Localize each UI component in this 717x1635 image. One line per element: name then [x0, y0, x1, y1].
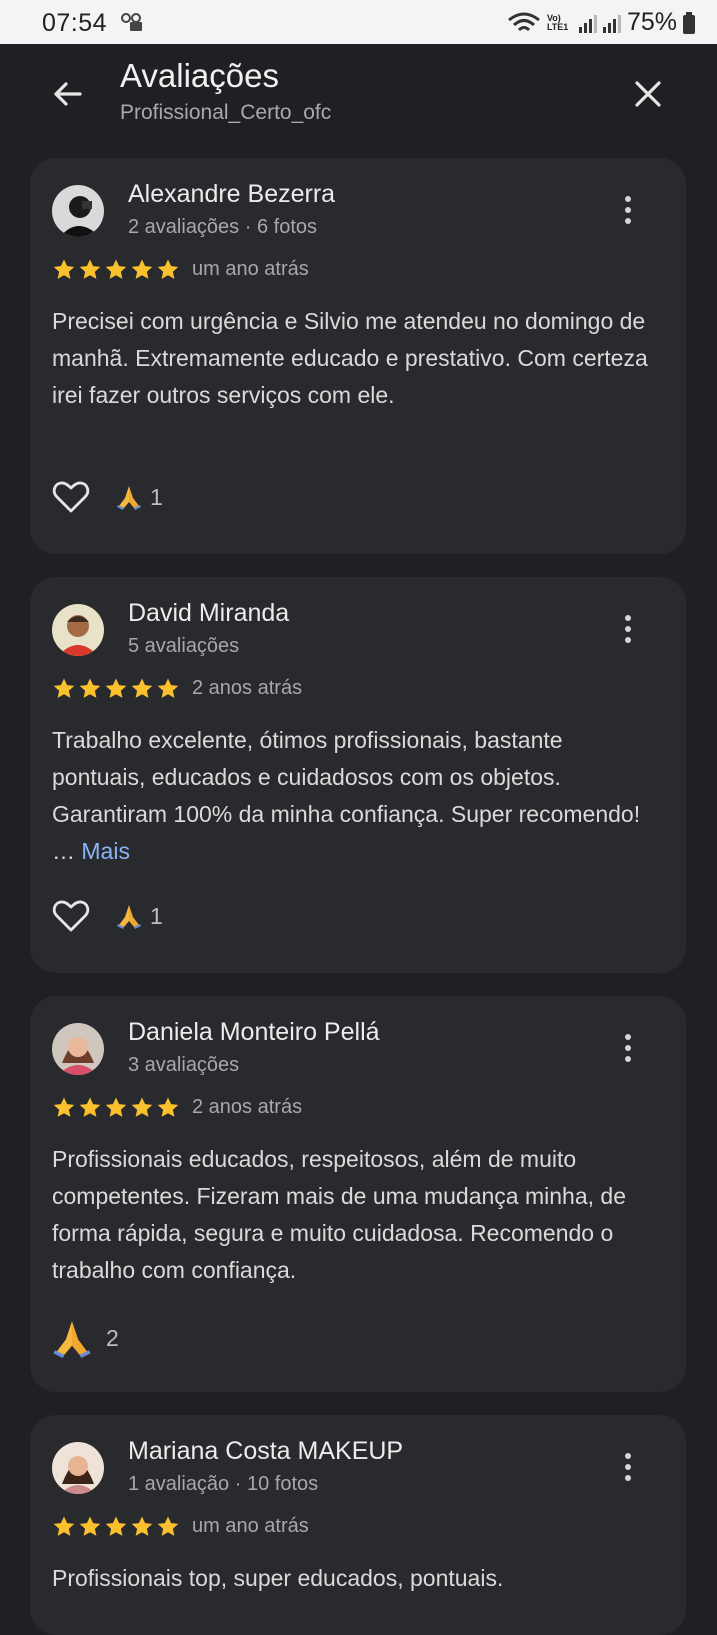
star-rating: [52, 258, 180, 282]
review-body: Precisei com urgência e Silvio me atende…: [52, 308, 648, 408]
review-date: um ano atrás: [192, 258, 309, 280]
star-icon: [79, 678, 101, 698]
signal-icon-1: [578, 13, 597, 33]
reactions-bar: 1: [52, 899, 163, 933]
review-card: Mariana Costa MAKEUP 1 avaliação · 10 fo…: [30, 1415, 686, 1635]
pray-reaction-button[interactable]: 1: [116, 903, 163, 930]
star-icon: [157, 1097, 179, 1117]
praying-hands-icon: [117, 486, 141, 510]
reviewer-meta: 2 avaliações · 6 fotos: [128, 216, 317, 238]
reviewer-name[interactable]: Daniela Monteiro Pellá: [128, 1018, 380, 1047]
star-icon: [131, 1097, 153, 1117]
review-text: Profissionais top, super educados, pontu…: [52, 1560, 652, 1597]
review-card: Alexandre Bezerra 2 avaliações · 6 fotos…: [30, 158, 686, 554]
pray-reaction-button[interactable]: 2: [52, 1318, 119, 1358]
star-icon: [53, 678, 75, 698]
reviewer-meta: 5 avaliações: [128, 635, 240, 657]
star-rating: [52, 1096, 180, 1120]
status-time: 07:54: [42, 9, 108, 37]
more-link[interactable]: Mais: [81, 838, 130, 864]
close-button[interactable]: [628, 74, 668, 114]
star-icon: [157, 259, 179, 279]
star-icon: [131, 678, 153, 698]
review-date: 2 anos atrás: [192, 677, 303, 699]
star-icon: [53, 1516, 75, 1536]
reviewer-meta: 3 avaliações: [128, 1054, 240, 1076]
star-icon: [79, 259, 101, 279]
more-options-button[interactable]: [616, 194, 640, 230]
star-icon: [53, 259, 75, 279]
praying-hands-icon: [53, 1321, 91, 1358]
review-text: Profissionais educados, respeitosos, alé…: [52, 1141, 652, 1289]
reviewer-name[interactable]: David Miranda: [128, 599, 289, 628]
close-icon: [635, 81, 661, 107]
battery-icon: [683, 11, 695, 34]
avatar[interactable]: [52, 604, 104, 656]
heart-outline-icon: [52, 481, 90, 513]
review-body: Profissionais educados, respeitosos, alé…: [52, 1146, 626, 1283]
avatar[interactable]: [52, 1023, 104, 1075]
app-header: Avaliações Profissional_Certo_ofc: [0, 44, 717, 144]
notification-icons: [120, 12, 160, 36]
review-card: Daniela Monteiro Pellá 3 avaliações 2 an…: [30, 996, 686, 1392]
more-options-button[interactable]: [616, 613, 640, 649]
signal-icon-2: [602, 13, 621, 33]
star-rating: [52, 677, 180, 701]
battery-level: 75%: [626, 8, 677, 36]
status-right: Vo) LTE1 75%: [507, 8, 695, 37]
page-title: Avaliações: [120, 57, 279, 94]
star-icon: [105, 1516, 127, 1536]
reviewer-name[interactable]: Alexandre Bezerra: [128, 180, 335, 209]
star-icon: [105, 678, 127, 698]
star-rating: [52, 1515, 180, 1539]
more-vert-icon: [616, 196, 640, 224]
pray-count: 2: [106, 1324, 119, 1351]
vpn-key-icon: [121, 13, 142, 31]
review-card: David Miranda 5 avaliações 2 anos atrás …: [30, 577, 686, 973]
review-body: Trabalho excelente, ótimos profissionais…: [52, 727, 641, 864]
more-vert-icon: [616, 1453, 640, 1481]
star-icon: [131, 259, 153, 279]
heart-outline-icon: [52, 900, 90, 932]
more-options-button[interactable]: [616, 1451, 640, 1487]
star-icon: [79, 1516, 101, 1536]
reviewer-name[interactable]: Mariana Costa MAKEUP: [128, 1437, 403, 1466]
star-icon: [131, 1516, 153, 1536]
review-body: Profissionais top, super educados, pontu…: [52, 1565, 504, 1591]
like-button[interactable]: [52, 480, 90, 514]
like-button[interactable]: [52, 899, 90, 933]
more-options-button[interactable]: [616, 1032, 640, 1068]
praying-hands-icon: [117, 905, 141, 929]
pray-count: 1: [150, 483, 163, 510]
review-date: 2 anos atrás: [192, 1096, 303, 1118]
review-text: Precisei com urgência e Silvio me atende…: [52, 303, 652, 414]
pray-count: 1: [150, 902, 163, 929]
more-vert-icon: [616, 1034, 640, 1062]
pray-reaction-button[interactable]: 1: [116, 484, 163, 511]
avatar[interactable]: [52, 185, 104, 237]
network-type-label: Vo) LTE1: [546, 12, 569, 32]
star-icon: [105, 259, 127, 279]
arrow-back-icon: [54, 82, 82, 106]
reactions-bar: 1: [52, 480, 163, 514]
review-text: Trabalho excelente, ótimos profissionais…: [52, 722, 652, 870]
star-icon: [53, 1097, 75, 1117]
more-vert-icon: [616, 615, 640, 643]
back-button[interactable]: [48, 74, 88, 114]
review-date: um ano atrás: [192, 1515, 309, 1537]
status-bar: 07:54 Vo) LTE1 75%: [0, 0, 717, 44]
reviewer-meta: 1 avaliação · 10 fotos: [128, 1473, 319, 1495]
page-subtitle: Profissional_Certo_ofc: [120, 101, 332, 124]
star-icon: [157, 1516, 179, 1536]
avatar[interactable]: [52, 1442, 104, 1494]
star-icon: [157, 678, 179, 698]
wifi-icon: [508, 12, 540, 31]
star-icon: [105, 1097, 127, 1117]
reactions-bar: 2: [52, 1318, 119, 1358]
star-icon: [79, 1097, 101, 1117]
